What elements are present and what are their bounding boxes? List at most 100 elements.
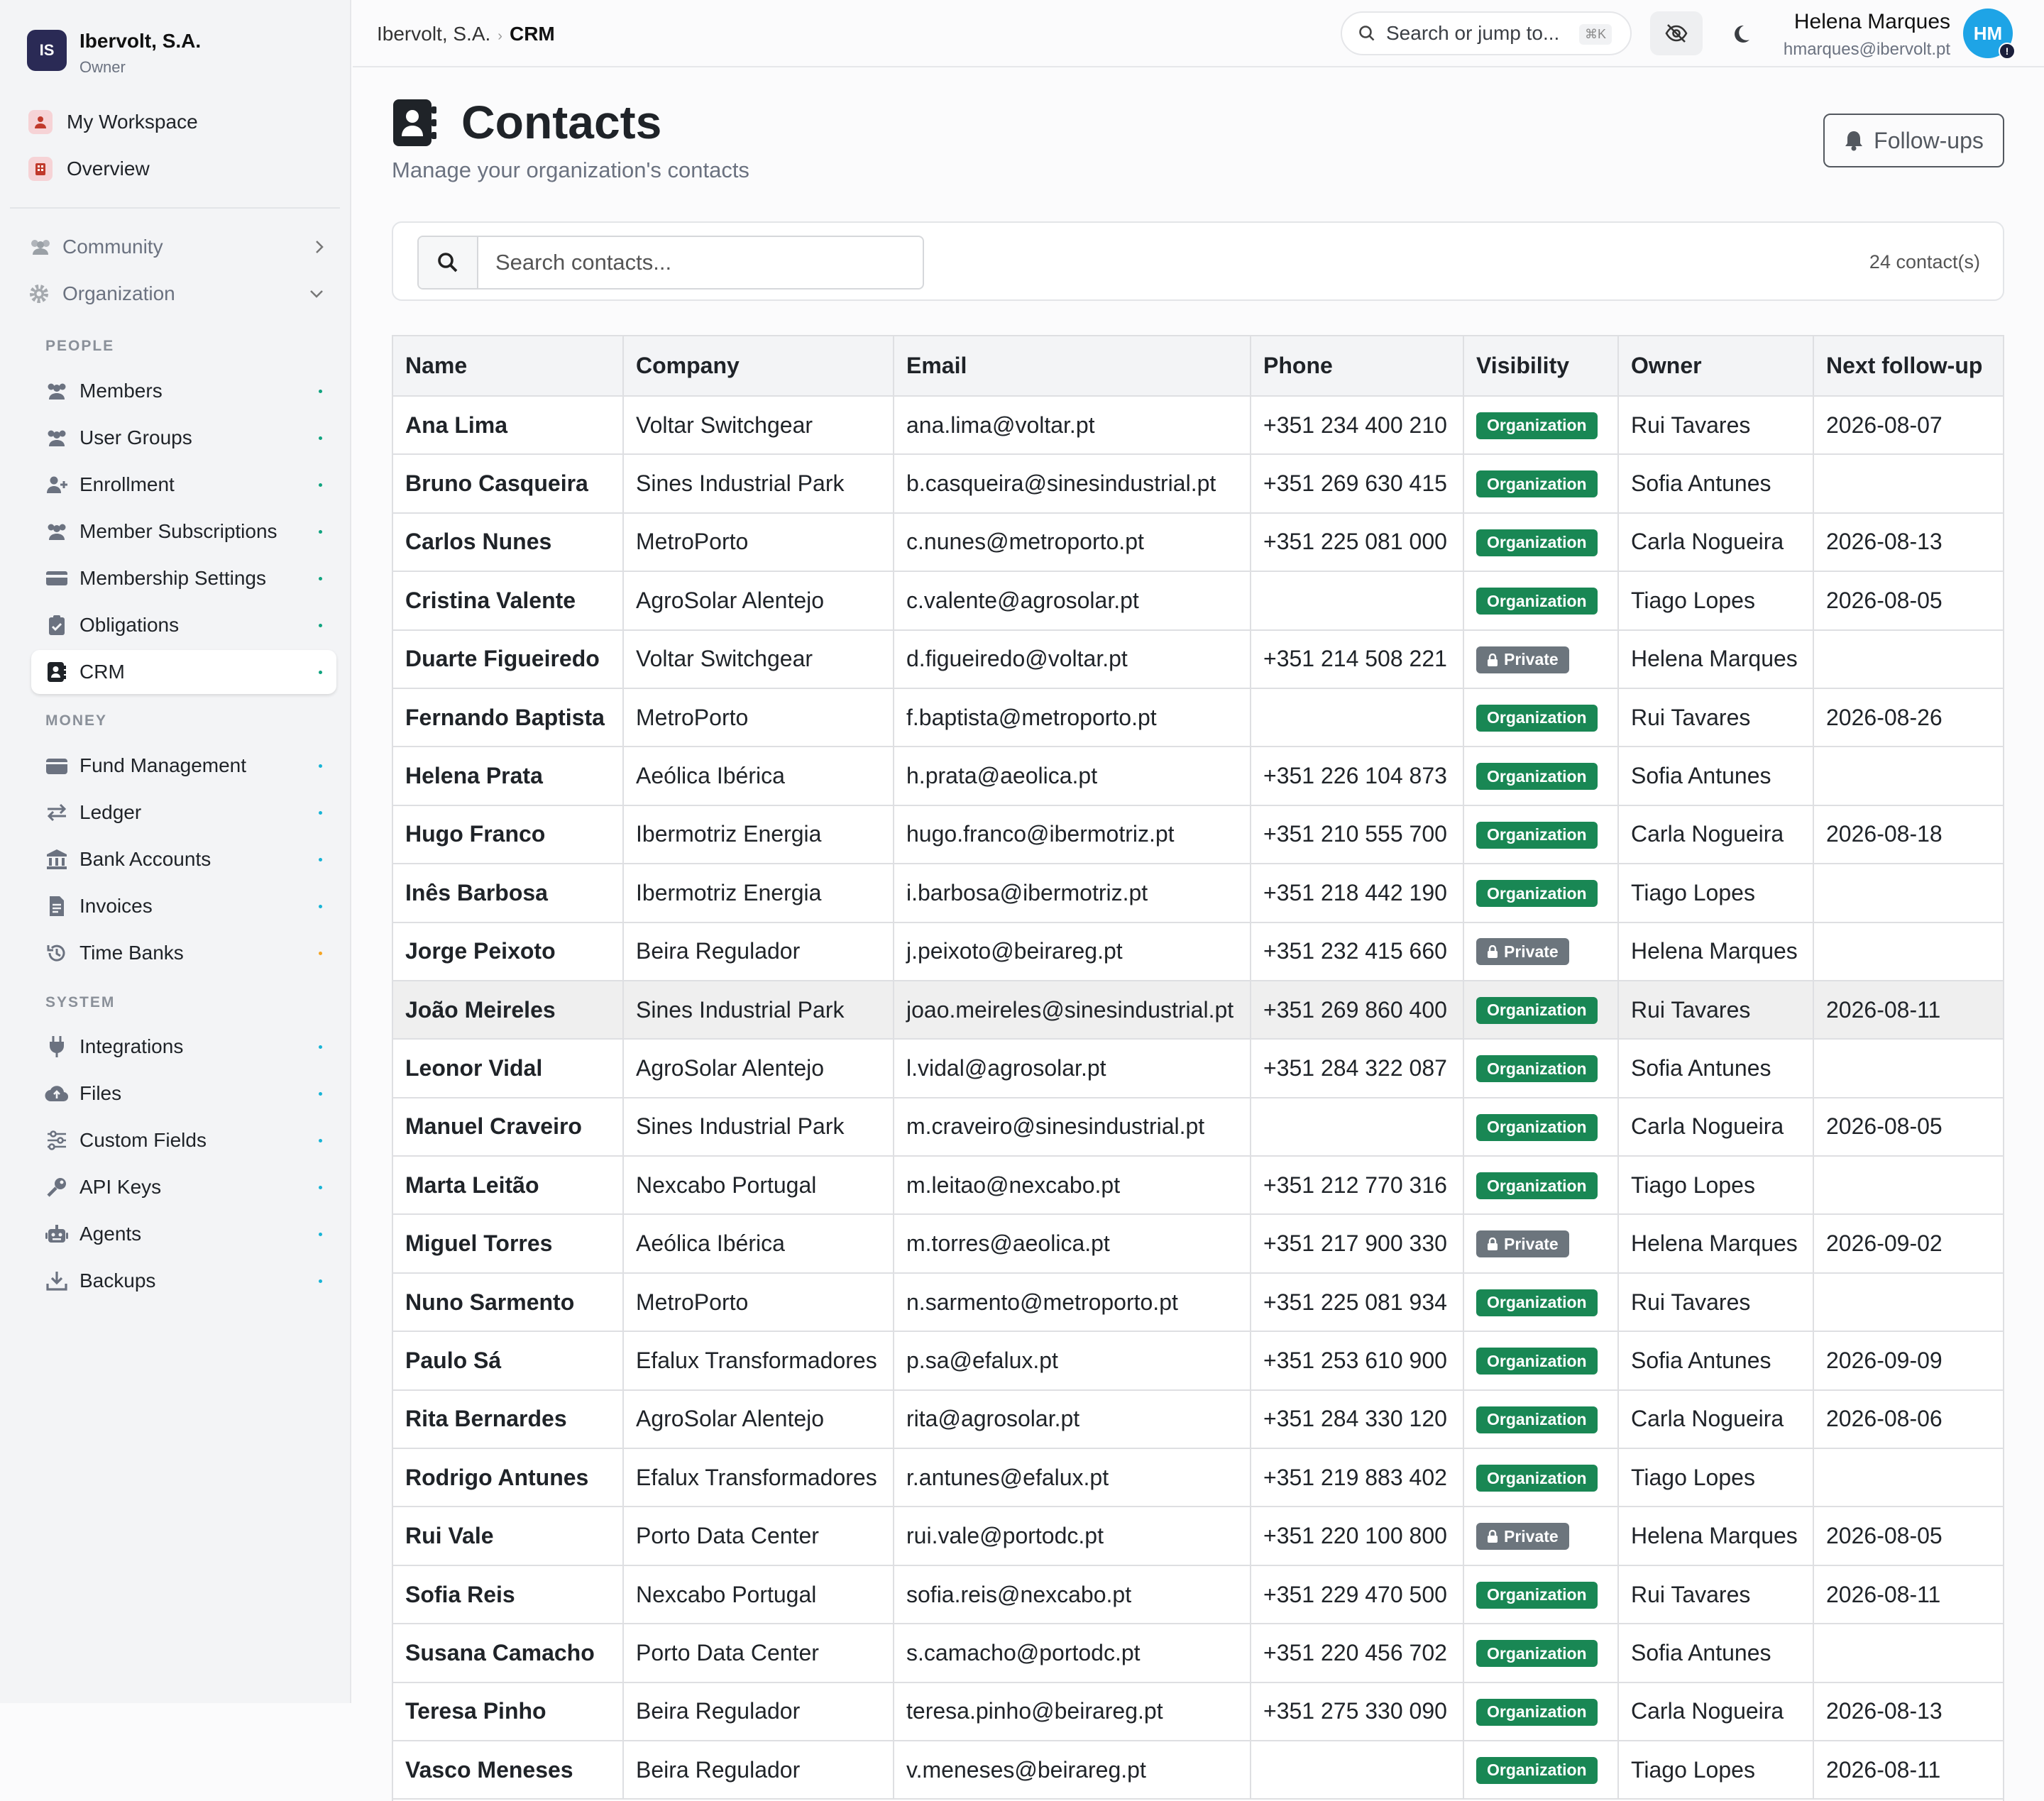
search-card: 24 contact(s) xyxy=(392,221,2004,301)
contact-search-input[interactable] xyxy=(478,237,923,288)
sidebar-item-member-subscriptions[interactable]: Member Subscriptions xyxy=(31,510,336,553)
table-row[interactable]: João Meireles Sines Industrial Park joao.m… xyxy=(393,980,2003,1040)
theme-toggle-button[interactable] xyxy=(1721,14,1761,54)
table-row[interactable]: Rui Vale Porto Data Center rui.vale@portod… xyxy=(393,1507,2003,1566)
global-search[interactable]: Search or jump to... ⌘K xyxy=(1341,11,1632,55)
cell-phone xyxy=(1251,688,1464,748)
cell-email[interactable]: hugo.franco@ibermotriz.pt xyxy=(894,805,1251,865)
contact-search-button[interactable] xyxy=(419,237,478,288)
table-row[interactable]: Jorge Peixoto Beira Regulador j.peixoto@be… xyxy=(393,922,2003,981)
table-row[interactable]: Nuno Sarmento MetroPorto n.sarmento@metrop… xyxy=(393,1272,2003,1333)
visibility-badge-label: Organization xyxy=(1487,1643,1587,1663)
sidebar-item-files[interactable]: Files xyxy=(31,1072,336,1116)
table-row[interactable]: Sofia Reis Nexcabo Portugal sofia.reis@nex… xyxy=(393,1565,2003,1625)
sidebar-item-agents[interactable]: Agents xyxy=(31,1212,336,1256)
sidebar-link-my-workspace[interactable]: My Workspace xyxy=(28,106,198,138)
cell-email[interactable]: i.barbosa@ibermotriz.pt xyxy=(894,864,1251,923)
table-row[interactable]: Duarte Figueiredo Voltar Switchgear d.figu… xyxy=(393,629,2003,689)
arrows-icon xyxy=(44,800,70,825)
cell-email[interactable]: p.sa@efalux.pt xyxy=(894,1331,1251,1391)
table-row[interactable]: Susana Camacho Porto Data Center s.camacho… xyxy=(393,1624,2003,1683)
cell-email[interactable]: h.prata@aeolica.pt xyxy=(894,747,1251,806)
sidebar-item-user-groups[interactable]: User Groups xyxy=(31,416,336,460)
cell-email[interactable]: s.camacho@portodc.pt xyxy=(894,1624,1251,1683)
sidebar-group-community[interactable]: Community xyxy=(28,231,326,263)
column-header-name[interactable]: Name xyxy=(393,336,624,397)
table-row[interactable]: Manuel Craveiro Sines Industrial Park m.cr… xyxy=(393,1097,2003,1157)
column-header-visibility[interactable]: Visibility xyxy=(1463,336,1619,397)
table-row[interactable]: Marta Leitão Nexcabo Portugal m.leitao@nex… xyxy=(393,1156,2003,1216)
sidebar-item-time-banks[interactable]: Time Banks xyxy=(31,931,336,975)
breadcrumb-org[interactable]: Ibervolt, S.A. xyxy=(377,23,490,45)
cell-email[interactable]: rui.vale@portodc.pt xyxy=(894,1507,1251,1566)
cell-phone: +351 225 081 934 xyxy=(1251,1272,1464,1333)
sidebar-item-backups[interactable]: Backups xyxy=(31,1259,336,1303)
cell-email[interactable]: sofia.reis@nexcabo.pt xyxy=(894,1565,1251,1625)
cell-email[interactable]: r.antunes@efalux.pt xyxy=(894,1448,1251,1508)
table-row[interactable]: Cristina Valente AgroSolar Alentejo c.vale… xyxy=(393,571,2003,631)
sidebar-group-organization[interactable]: Organization xyxy=(28,278,326,309)
table-row[interactable]: Helena Prata Aeólica Ibérica h.prata@aeoli… xyxy=(393,747,2003,806)
sidebar-item-obligations[interactable]: Obligations xyxy=(31,603,336,647)
table-row[interactable]: Paulo Sá Efalux Transformadores p.sa@efalu… xyxy=(393,1331,2003,1391)
table-row[interactable]: Ana Lima Voltar Switchgear ana.lima@voltar… xyxy=(393,396,2003,456)
sidebar-item-enrollment[interactable]: Enrollment xyxy=(31,463,336,507)
cell-email[interactable]: joao.meireles@sinesindustrial.pt xyxy=(894,980,1251,1040)
column-header-phone[interactable]: Phone xyxy=(1251,336,1464,397)
cell-email[interactable]: rita@agrosolar.pt xyxy=(894,1389,1251,1450)
privacy-toggle-button[interactable] xyxy=(1650,11,1703,55)
top-bar: Ibervolt, S.A. › CRM Search or jump to... … xyxy=(353,0,2044,67)
sidebar-item-ledger[interactable]: Ledger xyxy=(31,791,336,835)
lock-icon xyxy=(1488,1530,1498,1543)
table-header-row: Name Company Email Phone Visibility Owne… xyxy=(393,336,2003,397)
cell-owner: Carla Nogueira xyxy=(1618,512,1814,573)
cell-email[interactable]: b.casqueira@sinesindustrial.pt xyxy=(894,454,1251,514)
table-row[interactable]: Teresa Pinho Beira Regulador teresa.pinho@… xyxy=(393,1682,2003,1741)
cell-email[interactable]: l.vidal@agrosolar.pt xyxy=(894,1039,1251,1098)
cell-email[interactable]: j.peixoto@beirareg.pt xyxy=(894,922,1251,981)
column-header-email[interactable]: Email xyxy=(894,336,1251,397)
table-row[interactable]: Carlos Nunes MetroPorto c.nunes@metroporto… xyxy=(393,512,2003,573)
sidebar-item-members[interactable]: Members xyxy=(31,369,336,413)
follow-ups-button[interactable]: Follow-ups xyxy=(1823,114,2004,167)
table-row[interactable]: Fernando Baptista MetroPorto f.baptista@me… xyxy=(393,688,2003,748)
cell-email[interactable]: d.figueiredo@voltar.pt xyxy=(894,629,1251,689)
table-row[interactable]: Hugo Franco Ibermotriz Energia hugo.franco… xyxy=(393,805,2003,865)
cell-email[interactable]: v.meneses@beirareg.pt xyxy=(894,1740,1251,1800)
column-header-next-follow-up[interactable]: Next follow-up xyxy=(1813,336,2003,397)
table-row[interactable]: Inês Barbosa Ibermotriz Energia i.barbosa@… xyxy=(393,864,2003,923)
table-row[interactable]: Miguel Torres Aeólica Ibérica m.torres@aeo… xyxy=(393,1214,2003,1274)
cell-email[interactable]: teresa.pinho@beirareg.pt xyxy=(894,1682,1251,1741)
cell-email[interactable]: m.craveiro@sinesindustrial.pt xyxy=(894,1097,1251,1157)
section-label-people: PEOPLE xyxy=(45,338,115,354)
org-switcher[interactable]: IS Ibervolt, S.A. Owner xyxy=(27,30,325,76)
cell-owner: Rui Tavares xyxy=(1618,396,1814,456)
sidebar-item-invoices[interactable]: Invoices xyxy=(31,884,336,928)
sidebar-item-custom-fields[interactable]: Custom Fields xyxy=(31,1118,336,1162)
cell-email[interactable]: n.sarmento@metroporto.pt xyxy=(894,1272,1251,1333)
cell-name: Fernando Baptista xyxy=(393,688,624,748)
status-dot xyxy=(319,764,322,768)
table-row[interactable]: Leonor Vidal AgroSolar Alentejo l.vidal@ag… xyxy=(393,1039,2003,1098)
cell-email[interactable]: f.baptista@metroporto.pt xyxy=(894,688,1251,748)
column-header-company[interactable]: Company xyxy=(623,336,894,397)
table-row[interactable]: Rodrigo Antunes Efalux Transformadores r.a… xyxy=(393,1448,2003,1508)
table-row[interactable]: Rita Bernardes AgroSolar Alentejo rita@agr… xyxy=(393,1389,2003,1450)
sidebar-link-overview[interactable]: Overview xyxy=(28,153,150,184)
sidebar-item-integrations[interactable]: Integrations xyxy=(31,1025,336,1069)
column-header-owner[interactable]: Owner xyxy=(1618,336,1814,397)
table-row[interactable]: Vasco Meneses Beira Regulador v.meneses@be… xyxy=(393,1740,2003,1800)
cell-email[interactable]: c.nunes@metroporto.pt xyxy=(894,512,1251,573)
cell-email[interactable]: ana.lima@voltar.pt xyxy=(894,396,1251,456)
sidebar-item-label: CRM xyxy=(79,661,125,683)
cell-email[interactable]: c.valente@agrosolar.pt xyxy=(894,571,1251,631)
cell-email[interactable]: m.torres@aeolica.pt xyxy=(894,1214,1251,1274)
table-row[interactable]: Bruno Casqueira Sines Industrial Park b.ca… xyxy=(393,454,2003,514)
sidebar-item-membership-settings[interactable]: Membership Settings xyxy=(31,556,336,600)
sidebar-item-fund-management[interactable]: Fund Management xyxy=(31,744,336,788)
cell-phone: +351 218 442 190 xyxy=(1251,864,1464,923)
cell-email[interactable]: m.leitao@nexcabo.pt xyxy=(894,1156,1251,1216)
sidebar-item-crm[interactable]: CRM xyxy=(31,650,336,694)
sidebar-item-bank-accounts[interactable]: Bank Accounts xyxy=(31,837,336,881)
sidebar-item-api-keys[interactable]: API Keys xyxy=(31,1165,336,1209)
